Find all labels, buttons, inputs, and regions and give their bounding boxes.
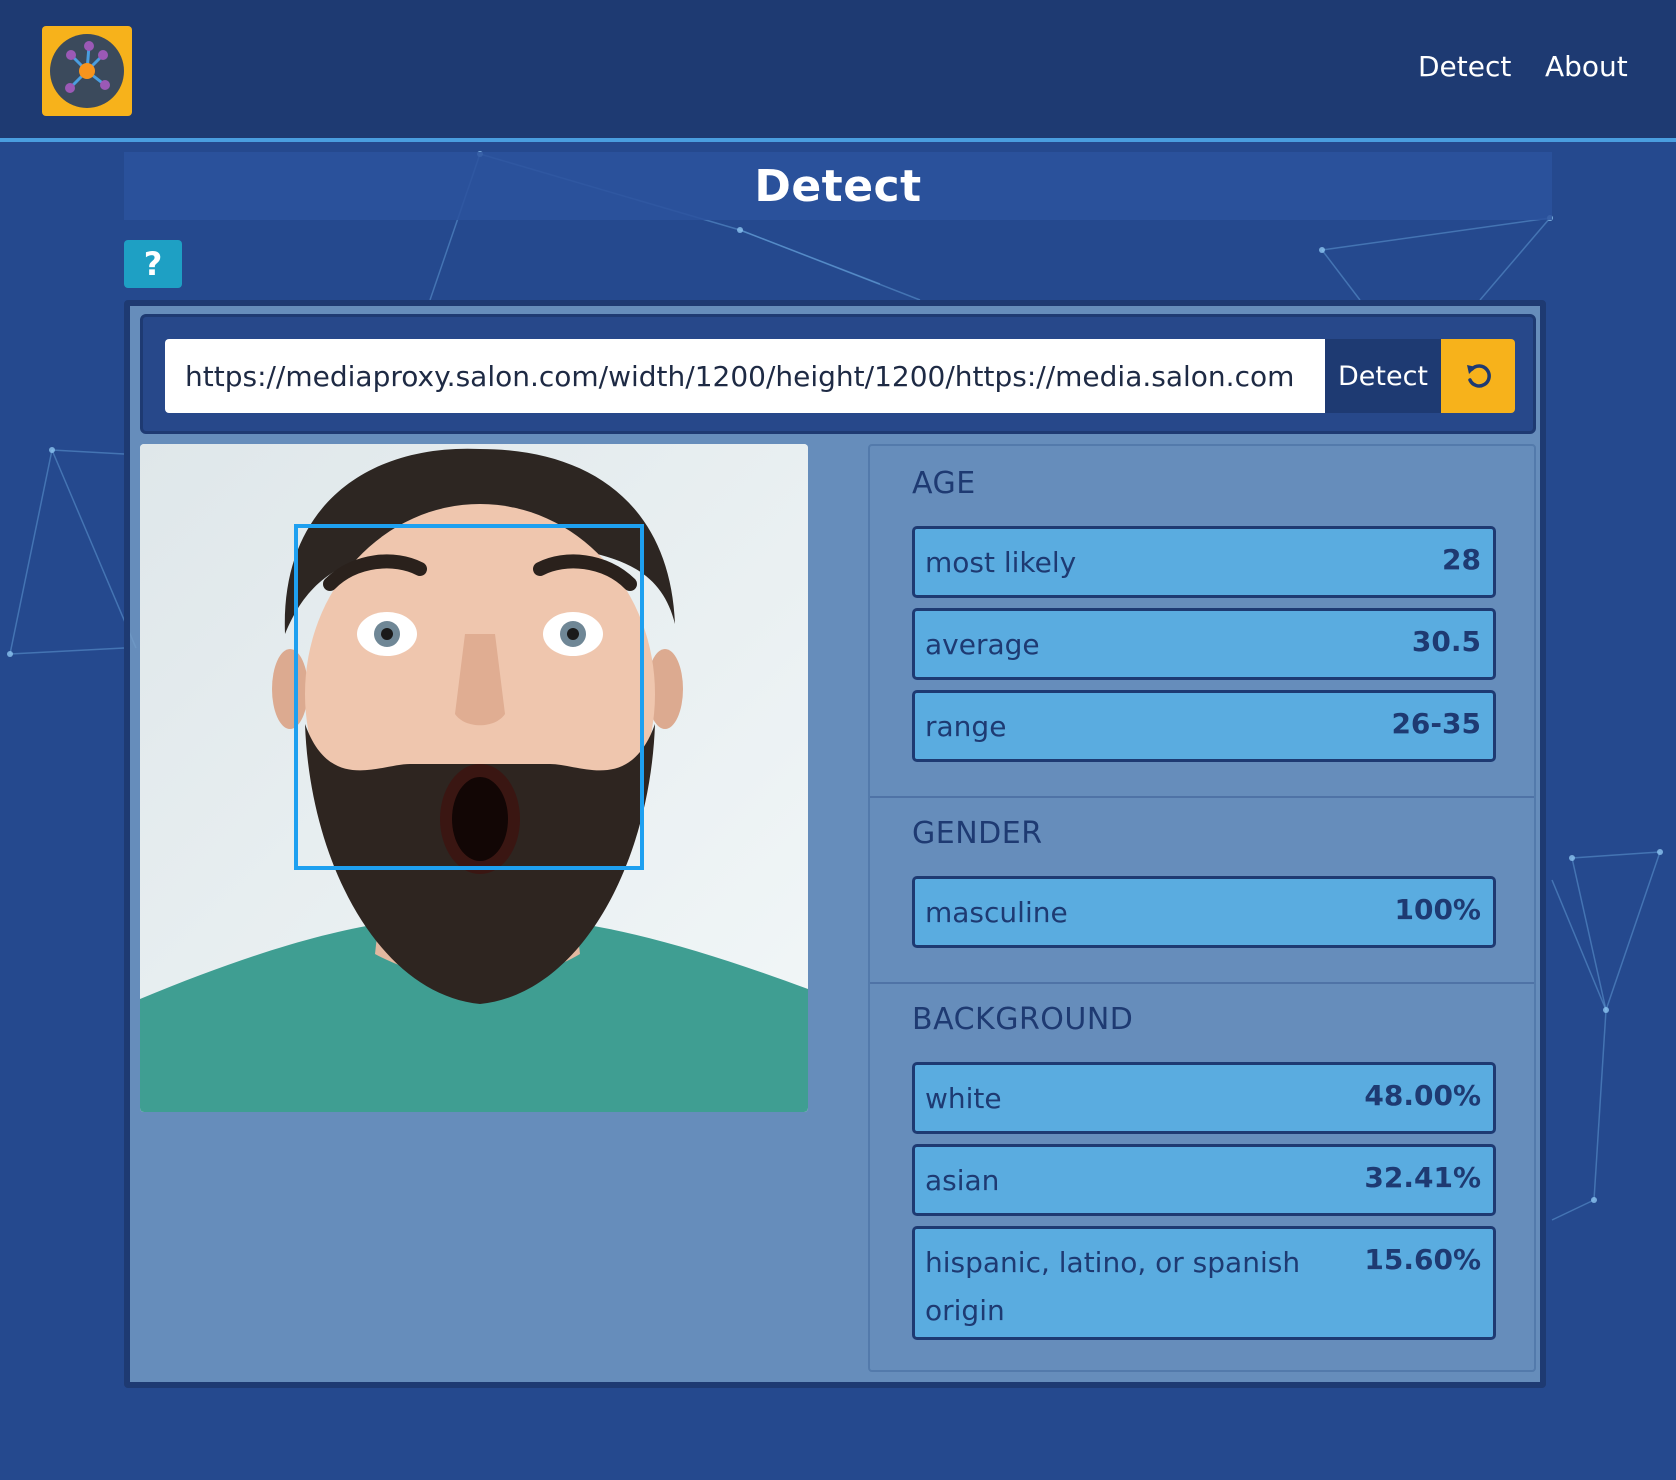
stat-label: hispanic, latino, or spanish origin (925, 1246, 1301, 1327)
stat-label: range (925, 710, 1007, 743)
stat-label: most likely (925, 546, 1077, 579)
stat-age-average: average 30.5 (912, 608, 1496, 680)
face-detection-box (294, 524, 644, 870)
stat-label: asian (925, 1164, 1000, 1197)
detect-button[interactable]: Detect (1325, 339, 1441, 413)
nav-link-about[interactable]: About (1545, 50, 1628, 83)
stat-value: 100% (1394, 893, 1481, 926)
results-panel: AGE most likely 28 average 30.5 range 26… (868, 444, 1536, 1372)
reset-button[interactable] (1441, 339, 1515, 413)
gender-section-title: GENDER (912, 816, 1043, 851)
url-form: Detect (140, 314, 1536, 434)
stat-value: 32.41% (1364, 1161, 1481, 1194)
network-logo-icon (50, 34, 124, 108)
image-url-input[interactable] (165, 339, 1325, 413)
age-section-title: AGE (912, 466, 976, 501)
stat-value: 15.60% (1364, 1243, 1481, 1276)
stat-label: masculine (925, 896, 1068, 929)
stat-background-hispanic: hispanic, latino, or spanish origin 15.6… (912, 1226, 1496, 1340)
stat-value: 28 (1442, 543, 1481, 576)
stat-gender-masculine: masculine 100% (912, 876, 1496, 948)
refresh-icon (1467, 364, 1491, 388)
page-title-band: Detect (124, 152, 1552, 220)
help-button[interactable]: ? (124, 240, 182, 288)
stat-value: 30.5 (1411, 625, 1481, 658)
nav-link-detect[interactable]: Detect (1418, 50, 1511, 83)
stat-label: white (925, 1082, 1002, 1115)
stat-value: 48.00% (1364, 1079, 1481, 1112)
stat-age-range: range 26-35 (912, 690, 1496, 762)
top-navbar: Detect About (0, 0, 1676, 142)
stat-age-most-likely: most likely 28 (912, 526, 1496, 598)
stat-background-asian: asian 32.41% (912, 1144, 1496, 1216)
stat-value: 26-35 (1391, 707, 1481, 740)
stat-background-white: white 48.00% (912, 1062, 1496, 1134)
app-logo[interactable] (42, 26, 132, 116)
section-divider (870, 982, 1534, 984)
stat-label: average (925, 628, 1040, 661)
background-section-title: BACKGROUND (912, 1002, 1134, 1037)
section-divider (870, 796, 1534, 798)
page-title: Detect (754, 160, 922, 212)
